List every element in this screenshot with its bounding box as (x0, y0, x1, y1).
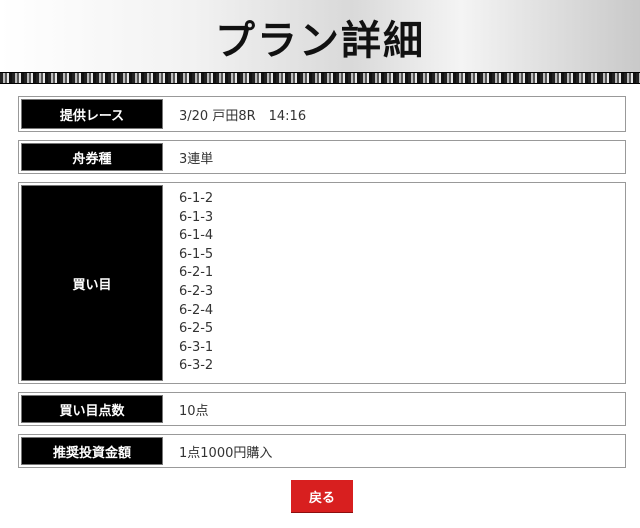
pick-item: 6-2-1 (179, 265, 214, 281)
ticket-type-label: 舟券種 (19, 141, 165, 173)
pick-item: 6-1-2 (179, 191, 214, 207)
pick-item: 6-1-5 (179, 246, 214, 262)
pick-item: 6-2-5 (179, 321, 214, 337)
pick-item: 6-1-4 (179, 228, 214, 244)
stake-label: 推奨投資金額 (19, 435, 165, 467)
stake-value: 1点1000円購入 (179, 445, 273, 461)
page-header: プラン詳細 (0, 0, 640, 72)
race-label: 提供レース (19, 97, 165, 131)
race-row: 提供レース 3/20 戸田8R 14:16 (18, 96, 626, 132)
ticket-type-row: 舟券種 3連単 (18, 140, 626, 174)
race-value: 3/20 戸田8R 14:16 (179, 108, 307, 124)
pick-count-label: 買い目点数 (19, 393, 165, 425)
picks-row: 買い目 6-1-2 6-1-3 6-1-4 6-1-5 6-2-1 6-2-3 … (18, 182, 626, 384)
pick-count-value: 10点 (179, 403, 209, 419)
pick-item: 6-3-2 (179, 358, 214, 374)
decorative-border (0, 72, 640, 84)
picks-value: 6-1-2 6-1-3 6-1-4 6-1-5 6-2-1 6-2-3 6-2-… (165, 183, 625, 383)
pick-item: 6-1-3 (179, 209, 214, 225)
page-title: プラン詳細 (215, 17, 425, 64)
back-button[interactable]: 戻る (291, 480, 353, 512)
pick-count-row: 買い目点数 10点 (18, 392, 626, 426)
pick-item: 6-3-1 (179, 339, 214, 355)
plan-detail-table: 提供レース 3/20 戸田8R 14:16 舟券種 3連単 買い目 6-1-2 … (18, 96, 626, 476)
pick-item: 6-2-4 (179, 302, 214, 318)
pick-item: 6-2-3 (179, 284, 214, 299)
picks-list: 6-1-2 6-1-3 6-1-4 6-1-5 6-2-1 6-2-3 6-2-… (179, 190, 213, 376)
ticket-type-value: 3連単 (179, 151, 214, 167)
picks-label: 買い目 (19, 183, 165, 383)
stake-row: 推奨投資金額 1点1000円購入 (18, 434, 626, 468)
